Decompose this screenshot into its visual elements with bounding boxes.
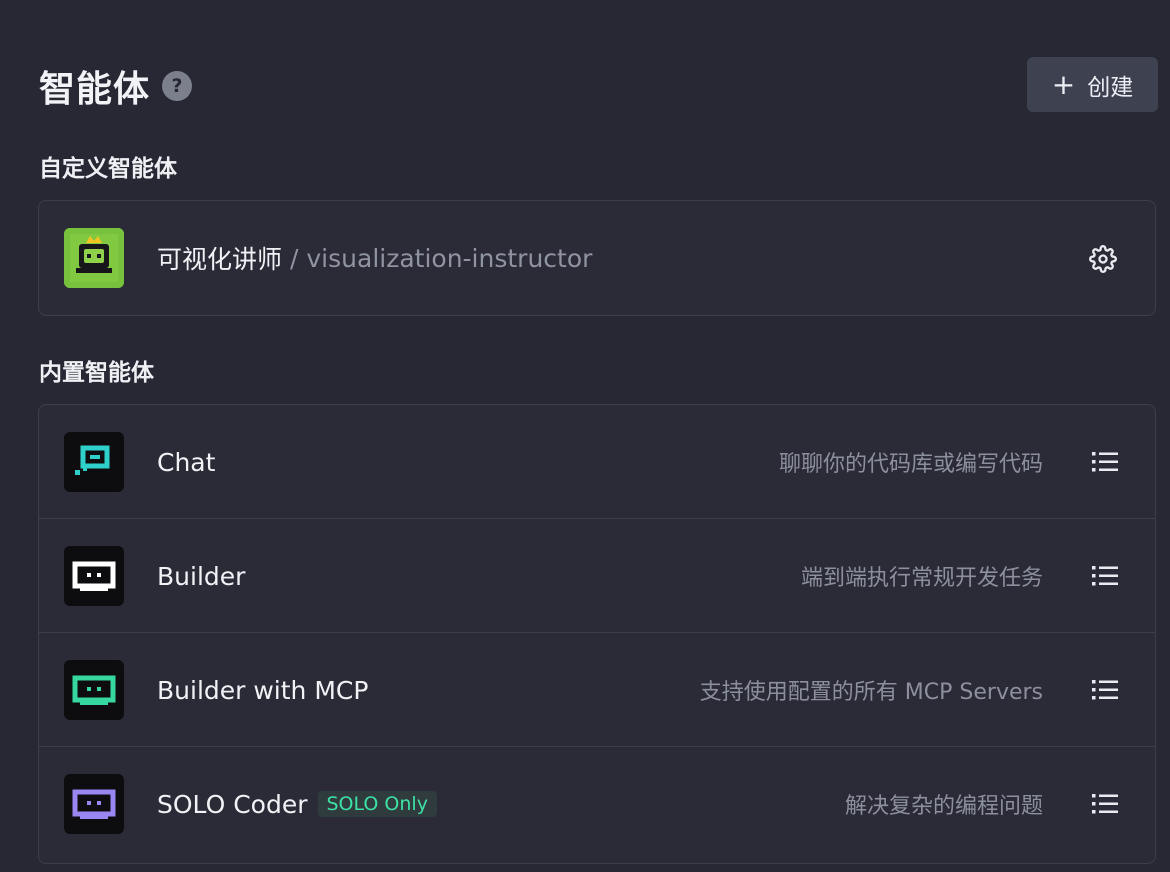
solo-coder-icon	[64, 774, 124, 834]
custom-agents-panel: 可视化讲师 / visualization-instructor	[38, 200, 1156, 316]
agent-row-builder-with-mcp[interactable]: Builder with MCP 支持使用配置的所有 MCP Servers	[39, 633, 1155, 747]
list-icon[interactable]	[1091, 562, 1119, 590]
agent-row-builder[interactable]: Builder 端到端执行常规开发任务	[39, 519, 1155, 633]
list-icon[interactable]	[1091, 676, 1119, 704]
solo-only-badge: SOLO Only	[317, 791, 437, 817]
agent-row-chat[interactable]: Chat 聊聊你的代码库或编写代码	[39, 405, 1155, 519]
agent-name: SOLO Coder SOLO Only	[157, 747, 437, 861]
page-header: 智能体 ?	[39, 58, 193, 114]
agent-name: Chat	[157, 447, 216, 477]
agent-row-visualization-instructor[interactable]: 可视化讲师 / visualization-instructor	[39, 201, 1155, 315]
list-icon[interactable]	[1091, 790, 1119, 818]
builtin-agents-panel: Chat 聊聊你的代码库或编写代码 Builder 端到端执行常规开发任务 Bu…	[38, 404, 1156, 864]
builder-icon	[64, 546, 124, 606]
agent-name: Builder	[157, 561, 246, 591]
agent-slug: / visualization-instructor	[290, 243, 593, 273]
plus-icon: +	[1051, 67, 1076, 101]
builtin-agents-title: 内置智能体	[39, 360, 154, 386]
agent-description: 聊聊你的代码库或编写代码	[778, 452, 1043, 477]
help-icon[interactable]: ?	[162, 71, 193, 101]
create-button-label: 创建	[1087, 74, 1134, 101]
agent-description: 端到端执行常规开发任务	[800, 566, 1043, 591]
chat-bubble-icon	[64, 432, 124, 492]
list-icon[interactable]	[1091, 448, 1119, 476]
gear-icon[interactable]	[1089, 245, 1117, 273]
agent-row-solo-coder[interactable]: SOLO Coder SOLO Only 解决复杂的编程问题	[39, 747, 1155, 861]
create-button[interactable]: + 创建	[1027, 57, 1158, 112]
agent-description: 支持使用配置的所有 MCP Servers	[699, 680, 1043, 705]
agent-name: Builder with MCP	[157, 675, 369, 705]
agent-name: 可视化讲师 / visualization-instructor	[157, 243, 593, 275]
custom-agents-title: 自定义智能体	[39, 156, 177, 182]
page-title: 智能体	[39, 69, 151, 110]
agent-description: 解决复杂的编程问题	[844, 794, 1043, 819]
robot-crown-icon	[64, 228, 124, 288]
builder-mcp-icon	[64, 660, 124, 720]
